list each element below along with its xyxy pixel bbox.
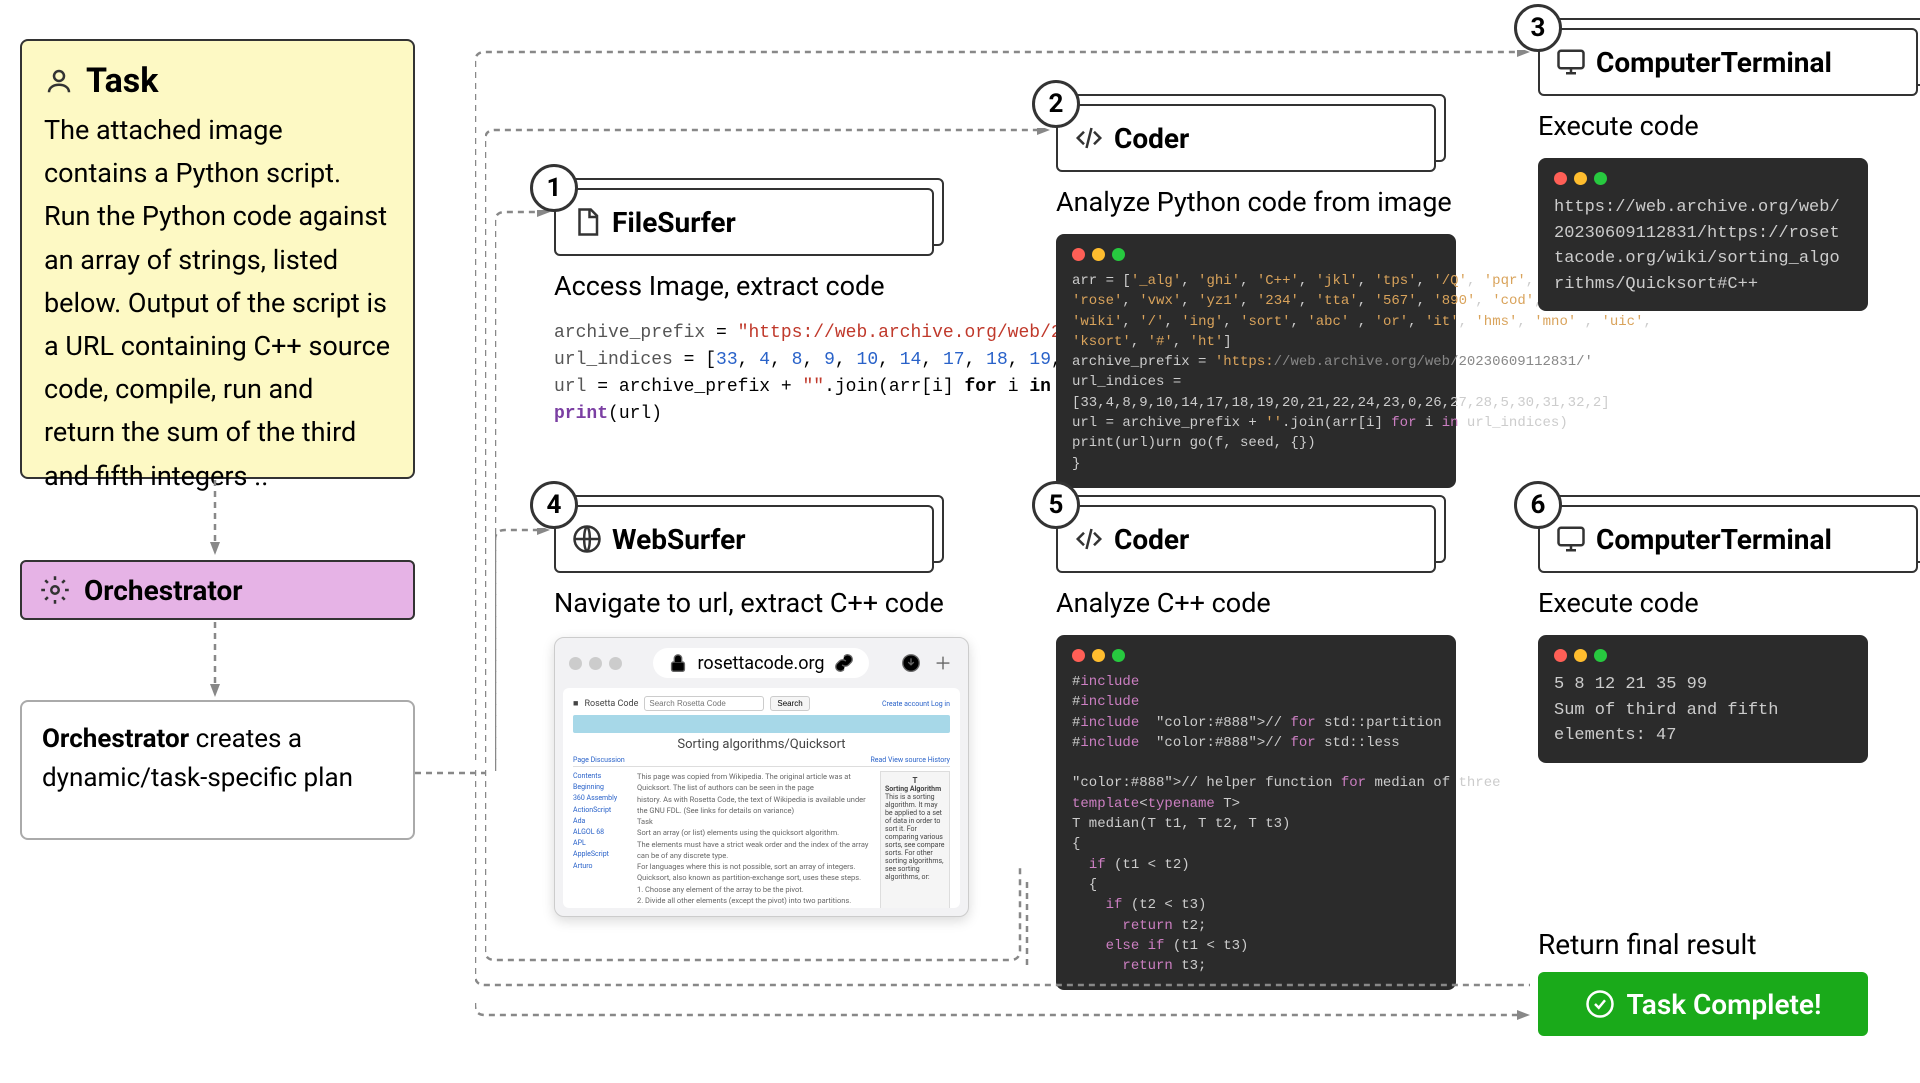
step-number: 2 bbox=[1032, 80, 1080, 128]
arrow-plan-to-4 bbox=[495, 528, 555, 776]
check-circle-icon bbox=[1585, 989, 1615, 1019]
arrow-into-5 bbox=[1012, 870, 1042, 970]
coder2-terminal: #include #include #include "color:#888">… bbox=[1056, 635, 1456, 990]
gear-icon bbox=[40, 575, 70, 605]
search-input bbox=[644, 696, 764, 711]
monitor-icon bbox=[1556, 524, 1586, 554]
return-label: Return final result bbox=[1538, 928, 1757, 961]
agent-card: 4 WebSurfer bbox=[554, 505, 934, 573]
plan-prefix: Orchestrator bbox=[42, 724, 189, 754]
step-number: 1 bbox=[530, 164, 578, 212]
browser-mock: rosettacode.org ■ Rosetta Code Search Cr… bbox=[554, 637, 969, 917]
task-complete-button: Task Complete! bbox=[1538, 972, 1868, 1036]
task-title-row: Task bbox=[44, 61, 391, 101]
agent-subtitle: Analyze C++ code bbox=[1056, 587, 1456, 619]
orchestrator-box: Orchestrator bbox=[20, 560, 415, 620]
agent-4: 4 WebSurfer Navigate to url, extract C++… bbox=[554, 505, 969, 917]
task-body: The attached image contains a Python scr… bbox=[44, 109, 391, 498]
code-icon bbox=[1074, 123, 1104, 153]
agent-card: 6 ComputerTerminal bbox=[1538, 505, 1918, 573]
coder1-terminal: arr = ['_alg', 'ghi', 'C++', 'jkl', 'tps… bbox=[1056, 234, 1456, 488]
lock-icon bbox=[667, 652, 689, 674]
orchestrator-label: Orchestrator bbox=[84, 574, 243, 607]
terminal-1: https://web.archive.org/web/202306091128… bbox=[1538, 158, 1868, 311]
download-icon bbox=[900, 652, 922, 674]
agent-5: 5 Coder Analyze C++ code #include #inclu… bbox=[1056, 505, 1456, 990]
task-title: Task bbox=[86, 61, 158, 101]
user-icon bbox=[44, 66, 74, 96]
agent-card: 1 FileSurfer bbox=[554, 188, 934, 256]
step-number: 4 bbox=[530, 481, 578, 529]
agent-name: Coder bbox=[1114, 523, 1189, 556]
globe-icon bbox=[572, 524, 602, 554]
task-complete-label: Task Complete! bbox=[1627, 988, 1822, 1021]
agent-6: 6 ComputerTerminal Execute code 5 8 12 2… bbox=[1538, 505, 1918, 763]
task-box: Task The attached image contains a Pytho… bbox=[20, 39, 415, 479]
agent-3: 3 ComputerTerminal Execute code https://… bbox=[1538, 28, 1918, 311]
plus-icon bbox=[932, 652, 954, 674]
agent-2: 2 Coder Analyze Python code from image a… bbox=[1056, 104, 1456, 488]
step-number: 3 bbox=[1514, 4, 1562, 52]
arrow-plan-out bbox=[415, 758, 495, 788]
agent-name: ComputerTerminal bbox=[1596, 523, 1832, 556]
code-icon bbox=[1074, 524, 1104, 554]
agent-subtitle: Execute code bbox=[1538, 587, 1918, 619]
agent-name: FileSurfer bbox=[612, 206, 736, 239]
file-icon bbox=[572, 207, 602, 237]
browser-url: rosettacode.org bbox=[697, 653, 824, 674]
agent-name: Coder bbox=[1114, 122, 1189, 155]
agent-card: 5 Coder bbox=[1056, 505, 1436, 573]
arrow-orch-to-plan bbox=[200, 622, 230, 702]
agent-subtitle: Execute code bbox=[1538, 110, 1918, 142]
agent-name: ComputerTerminal bbox=[1596, 46, 1832, 79]
arrow-to-complete bbox=[475, 1000, 1535, 1030]
terminal-2: 5 8 12 21 35 99Sum of third and fifthele… bbox=[1538, 635, 1868, 763]
monitor-icon bbox=[1556, 47, 1586, 77]
step-number: 5 bbox=[1032, 481, 1080, 529]
step-number: 6 bbox=[1514, 481, 1562, 529]
agent-subtitle: Navigate to url, extract C++ code bbox=[554, 587, 969, 619]
agent-subtitle: Analyze Python code from image bbox=[1056, 186, 1456, 218]
agent-name: WebSurfer bbox=[612, 523, 745, 556]
plan-box: Orchestrator creates a dynamic/task-spec… bbox=[20, 700, 415, 840]
search-button: Search bbox=[770, 696, 809, 711]
link-icon bbox=[833, 652, 855, 674]
agent-card: 3 ComputerTerminal bbox=[1538, 28, 1918, 96]
agent-card: 2 Coder bbox=[1056, 104, 1436, 172]
